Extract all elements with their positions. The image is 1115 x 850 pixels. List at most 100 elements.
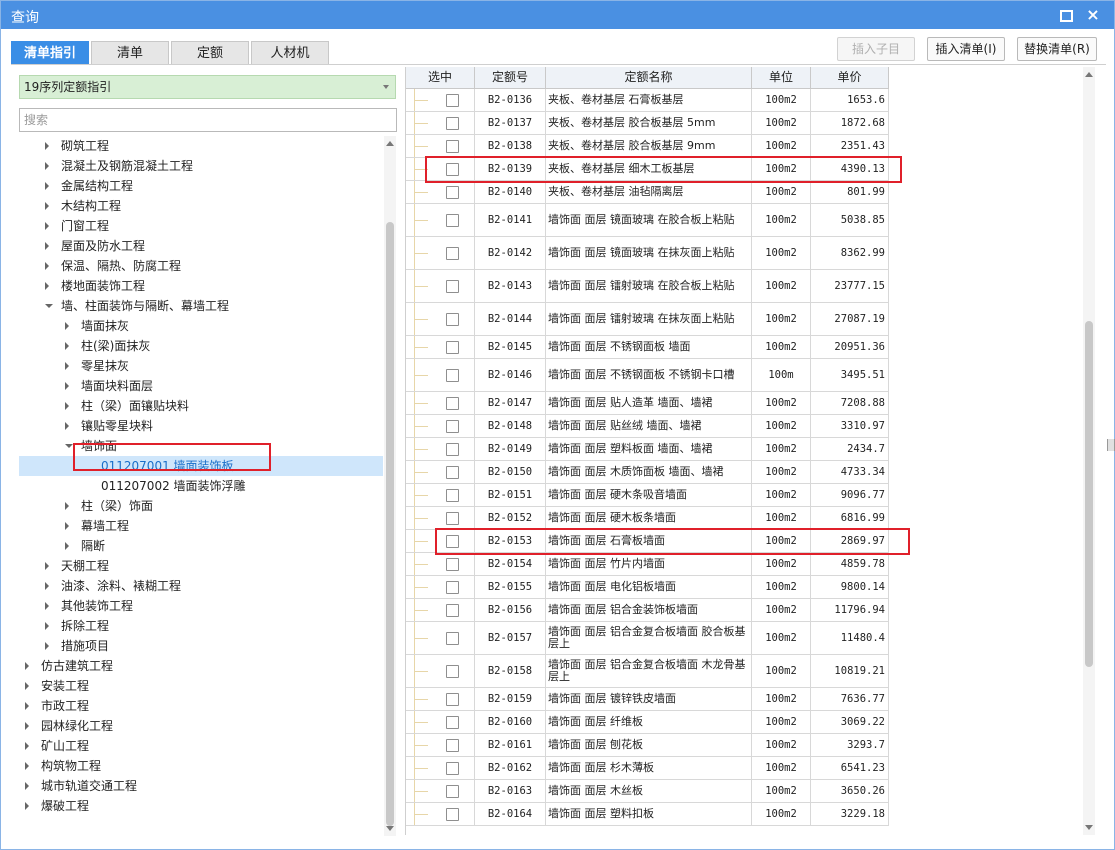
row-checkbox[interactable] xyxy=(446,341,459,354)
row-checkbox[interactable] xyxy=(446,785,459,798)
insert-child-button[interactable]: 插入子目 xyxy=(837,37,915,61)
table-row[interactable]: B2-0145 墙饰面 面层 不锈钢面板 墙面 100m2 20951.36 xyxy=(406,336,889,359)
column-header[interactable]: 选中 xyxy=(406,67,475,89)
tree-node[interactable]: 措施项目 xyxy=(19,636,383,656)
guide-series-select[interactable]: 19序列定额指引 xyxy=(19,75,396,99)
row-checkbox[interactable] xyxy=(446,397,459,410)
row-checkbox[interactable] xyxy=(446,665,459,678)
tree-node[interactable]: 金属结构工程 xyxy=(19,176,383,196)
caret-right-icon[interactable] xyxy=(25,662,29,670)
row-checkbox[interactable] xyxy=(446,512,459,525)
table-row[interactable]: B2-0149 墙饰面 面层 塑料板面 墙面、墙裙 100m2 2434.7 xyxy=(406,438,889,461)
caret-right-icon[interactable] xyxy=(45,282,49,290)
caret-right-icon[interactable] xyxy=(65,542,69,550)
search-input[interactable] xyxy=(19,108,397,132)
close-icon[interactable]: × xyxy=(1085,7,1101,23)
row-checkbox[interactable] xyxy=(446,489,459,502)
caret-right-icon[interactable] xyxy=(65,522,69,530)
column-header[interactable]: 定额名称 xyxy=(546,67,752,89)
row-checkbox[interactable] xyxy=(446,420,459,433)
tree-node[interactable]: 011207002 墙面装饰浮雕 xyxy=(19,476,383,496)
tree-node[interactable]: 安装工程 xyxy=(19,676,383,696)
tree-node[interactable]: 墙面抹灰 xyxy=(19,316,383,336)
tree-node[interactable]: 柱（梁）饰面 xyxy=(19,496,383,516)
table-row[interactable]: B2-0158 墙饰面 面层 铝合金复合板墙面 木龙骨基层上 100m2 10819.… xyxy=(406,655,889,688)
caret-right-icon[interactable] xyxy=(45,262,49,270)
caret-right-icon[interactable] xyxy=(25,762,29,770)
tree-node[interactable]: 园林绿化工程 xyxy=(19,716,383,736)
tree-node[interactable]: 011207001 墙面装饰板 xyxy=(19,456,383,476)
tree-node[interactable]: 墙饰面 xyxy=(19,436,383,456)
table-row[interactable]: B2-0144 墙饰面 面层 镭射玻璃 在抹灰面上粘贴 100m2 27087.19 xyxy=(406,303,889,336)
caret-right-icon[interactable] xyxy=(65,422,69,430)
tree-node[interactable]: 混凝土及钢筋混凝土工程 xyxy=(19,156,383,176)
table-row[interactable]: B2-0141 墙饰面 面层 镜面玻璃 在胶合板上粘贴 100m2 5038.85 xyxy=(406,204,889,237)
caret-right-icon[interactable] xyxy=(45,202,49,210)
caret-right-icon[interactable] xyxy=(65,362,69,370)
caret-right-icon[interactable] xyxy=(25,802,29,810)
scroll-thumb[interactable] xyxy=(1085,321,1093,667)
row-checkbox[interactable] xyxy=(446,117,459,130)
caret-right-icon[interactable] xyxy=(45,622,49,630)
row-checkbox[interactable] xyxy=(446,535,459,548)
tree-node[interactable]: 幕墙工程 xyxy=(19,516,383,536)
caret-right-icon[interactable] xyxy=(45,642,49,650)
caret-right-icon[interactable] xyxy=(45,182,49,190)
table-row[interactable]: B2-0138 夹板、卷材基层 胶合板基层 9mm 100m2 2351.43 xyxy=(406,135,889,158)
table-row[interactable]: B2-0160 墙饰面 面层 纤维板 100m2 3069.22 xyxy=(406,711,889,734)
caret-right-icon[interactable] xyxy=(65,382,69,390)
row-checkbox[interactable] xyxy=(446,280,459,293)
tree-node[interactable]: 楼地面装饰工程 xyxy=(19,276,383,296)
caret-down-icon[interactable] xyxy=(65,444,73,448)
table-row[interactable]: B2-0162 墙饰面 面层 杉木薄板 100m2 6541.23 xyxy=(406,757,889,780)
tree-node[interactable]: 其他装饰工程 xyxy=(19,596,383,616)
table-row[interactable]: B2-0152 墙饰面 面层 硬木板条墙面 100m2 6816.99 xyxy=(406,507,889,530)
table-row[interactable]: B2-0154 墙饰面 面层 竹片内墙面 100m2 4859.78 xyxy=(406,553,889,576)
tree-node[interactable]: 保温、隔热、防腐工程 xyxy=(19,256,383,276)
table-scrollbar[interactable] xyxy=(1083,67,1095,835)
caret-right-icon[interactable] xyxy=(25,702,29,710)
caret-right-icon[interactable] xyxy=(25,682,29,690)
tree-node[interactable]: 天棚工程 xyxy=(19,556,383,576)
tree-node[interactable]: 市政工程 xyxy=(19,696,383,716)
row-checkbox[interactable] xyxy=(446,186,459,199)
row-checkbox[interactable] xyxy=(446,739,459,752)
table-row[interactable]: B2-0150 墙饰面 面层 木质饰面板 墙面、墙裙 100m2 4733.34 xyxy=(406,461,889,484)
row-checkbox[interactable] xyxy=(446,94,459,107)
table-row[interactable]: B2-0143 墙饰面 面层 镭射玻璃 在胶合板上粘贴 100m2 23777.15 xyxy=(406,270,889,303)
caret-right-icon[interactable] xyxy=(25,722,29,730)
caret-right-icon[interactable] xyxy=(65,322,69,330)
row-checkbox[interactable] xyxy=(446,558,459,571)
row-checkbox[interactable] xyxy=(446,632,459,645)
table-row[interactable]: B2-0155 墙饰面 面层 电化铝板墙面 100m2 9800.14 xyxy=(406,576,889,599)
table-row[interactable]: B2-0146 墙饰面 面层 不锈钢面板 不锈钢卡口槽 100m 3495.51 xyxy=(406,359,889,392)
tree-node[interactable]: 镶贴零星块料 xyxy=(19,416,383,436)
row-checkbox[interactable] xyxy=(446,313,459,326)
table-row[interactable]: B2-0147 墙饰面 面层 贴人造革 墙面、墙裙 100m2 7208.88 xyxy=(406,392,889,415)
tree-node[interactable]: 零星抹灰 xyxy=(19,356,383,376)
caret-right-icon[interactable] xyxy=(45,562,49,570)
caret-right-icon[interactable] xyxy=(25,782,29,790)
row-checkbox[interactable] xyxy=(446,443,459,456)
maximize-icon[interactable] xyxy=(1057,7,1073,23)
caret-right-icon[interactable] xyxy=(25,742,29,750)
tree-node[interactable]: 爆破工程 xyxy=(19,796,383,816)
tab-2[interactable]: 清单 xyxy=(91,41,169,65)
tree-node[interactable]: 柱（梁）面镶贴块料 xyxy=(19,396,383,416)
replace-list-button[interactable]: 替换清单(R) xyxy=(1017,37,1097,61)
caret-right-icon[interactable] xyxy=(65,402,69,410)
insert-list-button[interactable]: 插入清单(I) xyxy=(927,37,1005,61)
tree-node[interactable]: 油漆、涂料、裱糊工程 xyxy=(19,576,383,596)
tree-node[interactable]: 拆除工程 xyxy=(19,616,383,636)
tree-node[interactable]: 砌筑工程 xyxy=(19,136,383,156)
tree-node[interactable]: 城市轨道交通工程 xyxy=(19,776,383,796)
tree-node[interactable]: 矿山工程 xyxy=(19,736,383,756)
scroll-up-icon[interactable] xyxy=(1085,72,1093,77)
column-header[interactable]: 定额号 xyxy=(475,67,546,89)
scroll-down-icon[interactable] xyxy=(386,826,394,831)
caret-right-icon[interactable] xyxy=(45,582,49,590)
tree-node[interactable]: 柱(梁)面抹灰 xyxy=(19,336,383,356)
table-row[interactable]: B2-0136 夹板、卷材基层 石膏板基层 100m2 1653.6 xyxy=(406,89,889,112)
table-row[interactable]: B2-0151 墙饰面 面层 硬木条吸音墙面 100m2 9096.77 xyxy=(406,484,889,507)
row-checkbox[interactable] xyxy=(446,140,459,153)
